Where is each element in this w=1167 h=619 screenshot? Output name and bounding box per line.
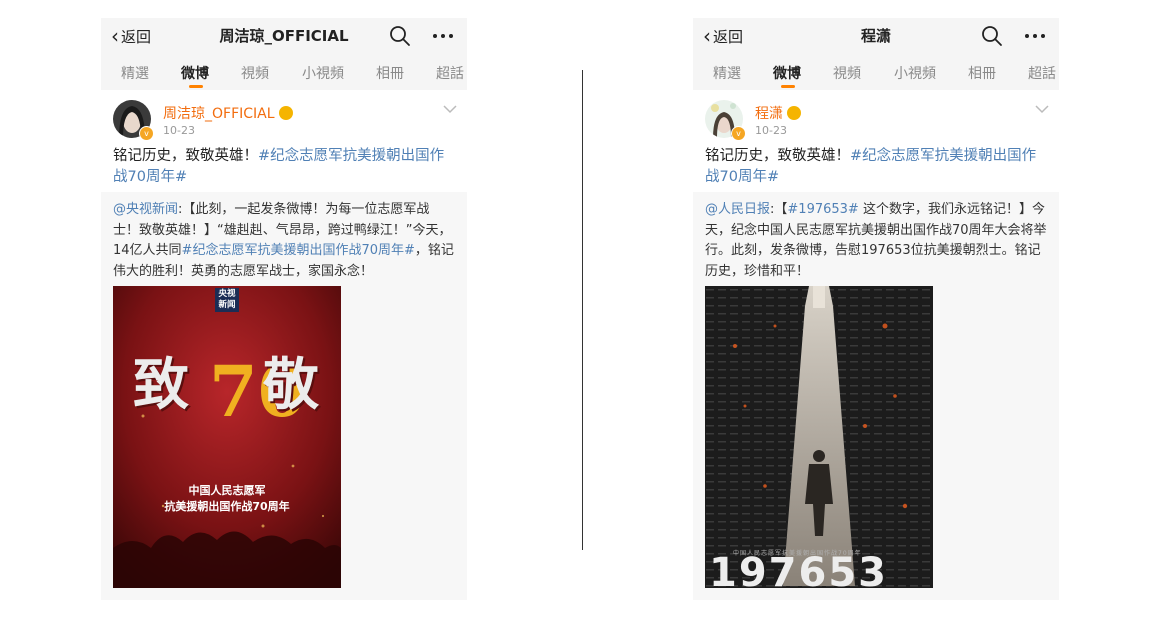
active-tab-indicator (189, 85, 203, 88)
profile-tabs: 精選 微博 視頻 小視頻 相冊 超話 (693, 54, 1059, 90)
center-divider (582, 70, 583, 550)
tab-super-topic[interactable]: 超話 (436, 63, 464, 83)
repost-block[interactable]: @央视新闻:【此刻，一起发条微博！为每一位志愿军战士！致敬英雄！】“雄赳赳、气昂… (101, 192, 467, 600)
poster-big-char-right: 敬 (263, 352, 321, 418)
post-date: 10-23 (163, 124, 195, 137)
tab-videos[interactable]: 視頻 (241, 63, 269, 83)
more-icon[interactable] (1023, 25, 1047, 47)
chevron-left-icon: ‹ (111, 24, 119, 48)
post-text: 铭记历史，致敬英雄！#纪念志愿军抗美援朝出国作战70周年# (113, 146, 455, 188)
weibo-post-card: v 程潇 10-23 铭记历史，致敬英雄！#纪念志愿军抗美援朝出国作战70周年#… (693, 90, 1059, 600)
username: 周洁琼_OFFICIAL (163, 106, 275, 122)
profile-title: 周洁琼_OFFICIAL (219, 27, 349, 45)
repost-hashtag-link[interactable]: #纪念志愿军抗美援朝出国作战70周年# (182, 243, 415, 258)
profile-tabs: 精選 微博 視頻 小視頻 相冊 超話 (101, 54, 467, 90)
dropdown-caret-icon[interactable] (443, 104, 457, 114)
tab-albums[interactable]: 相冊 (376, 63, 404, 83)
poster-big-number: 197653 (709, 550, 888, 588)
repost-text-part1: :【 (770, 202, 788, 217)
repost-text: @人民日报:【#197653# 这个数字，我们永远铭记！】今天，纪念中国人民志愿… (705, 200, 1047, 282)
back-button[interactable]: ‹ 返回 (111, 24, 151, 48)
crown-icon (787, 106, 801, 120)
back-button[interactable]: ‹ 返回 (703, 24, 743, 48)
search-icon[interactable] (981, 25, 1003, 47)
tab-short-videos[interactable]: 小視頻 (894, 63, 936, 83)
poster-subtitle-1: 中国人民志愿军 (188, 484, 266, 497)
top-bar: ‹ 返回 程潇 (693, 18, 1059, 54)
tab-weibo[interactable]: 微博 (773, 63, 801, 83)
left-phone-screenshot: ‹ 返回 周洁琼_OFFICIAL 精選 微博 視頻 小視頻 相冊 超話 v 周… (101, 18, 467, 600)
tab-featured[interactable]: 精選 (713, 63, 741, 83)
chevron-left-icon: ‹ (703, 24, 711, 48)
search-icon[interactable] (389, 25, 411, 47)
verified-badge-icon: v (139, 126, 154, 141)
dropdown-caret-icon[interactable] (1035, 104, 1049, 114)
post-date: 10-23 (755, 124, 787, 137)
back-label: 返回 (121, 27, 152, 46)
more-icon[interactable] (431, 25, 455, 47)
active-tab-indicator (781, 85, 795, 88)
tag-line-2: 新闻 (218, 300, 236, 310)
tab-short-videos[interactable]: 小視頻 (302, 63, 344, 83)
poster-big-char-left: 致 (133, 352, 191, 418)
username: 程潇 (755, 106, 783, 122)
mention-link[interactable]: @人民日报 (705, 202, 770, 217)
cctv-news-tag: 央视 新闻 (215, 288, 239, 312)
poster-subtitle-2: 抗美援朝出国作战70周年 (164, 500, 290, 513)
poster-image[interactable]: 央视 新闻 致 70 敬 中国人民志愿军 抗美援朝出国作战70周年 (113, 286, 341, 588)
tab-weibo[interactable]: 微博 (181, 63, 209, 83)
profile-title: 程潇 (860, 27, 891, 45)
repost-hashtag-link[interactable]: #197653# (787, 202, 858, 217)
post-text: 铭记历史，致敬英雄！#纪念志愿军抗美援朝出国作战70周年# (705, 146, 1047, 188)
tab-featured[interactable]: 精選 (121, 63, 149, 83)
username-row[interactable]: 程潇 (755, 103, 801, 123)
weibo-post-card: v 周洁琼_OFFICIAL 10-23 铭记历史，致敬英雄！#纪念志愿军抗美援… (101, 90, 467, 600)
poster-image[interactable]: 中国人民志愿军抗美援朝出国作战70周年 197653 (705, 286, 933, 588)
crown-icon (278, 106, 293, 120)
repost-block[interactable]: @人民日报:【#197653# 这个数字，我们永远铭记！】今天，纪念中国人民志愿… (693, 192, 1059, 600)
username-row[interactable]: 周洁琼_OFFICIAL (163, 103, 293, 123)
tab-albums[interactable]: 相冊 (968, 63, 996, 83)
verified-badge-icon: v (731, 126, 746, 141)
repost-text: @央视新闻:【此刻，一起发条微博！为每一位志愿军战士！致敬英雄！】“雄赳赳、气昂… (113, 200, 455, 282)
tag-line-1: 央视 (218, 289, 236, 299)
right-phone-screenshot: ‹ 返回 程潇 精選 微博 視頻 小視頻 相冊 超話 v 程潇 10-23 铭记… (693, 18, 1059, 600)
mention-link[interactable]: @央视新闻 (113, 202, 178, 217)
tab-videos[interactable]: 視頻 (833, 63, 861, 83)
post-text-plain: 铭记历史，致敬英雄！ (113, 148, 258, 164)
post-text-plain: 铭记历史，致敬英雄！ (705, 148, 850, 164)
top-bar: ‹ 返回 周洁琼_OFFICIAL (101, 18, 467, 54)
back-label: 返回 (713, 27, 744, 46)
tab-super-topic[interactable]: 超話 (1028, 63, 1056, 83)
